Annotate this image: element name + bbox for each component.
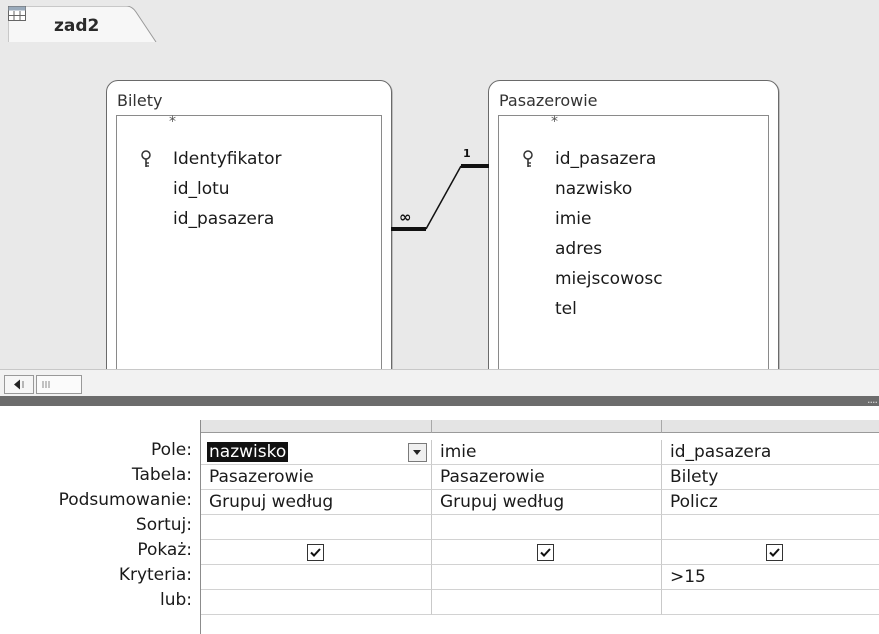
show-checkbox[interactable] bbox=[307, 544, 324, 561]
grid-cell-field[interactable]: imie bbox=[432, 440, 662, 465]
field-item-adres[interactable]: adres bbox=[499, 235, 768, 265]
horizontal-scrollbar[interactable] bbox=[0, 369, 879, 397]
pane-splitter[interactable]: .... bbox=[0, 393, 879, 406]
splitter-grip-icon: .... bbox=[867, 393, 878, 406]
row-label-criteria: Kryteria: bbox=[118, 565, 192, 585]
grid-cell-sort[interactable] bbox=[201, 515, 432, 540]
query-design-area: zad2 Bilety * Identyfikator id_lotu id_p… bbox=[0, 0, 879, 397]
query-design-grid: nazwisko Pasazerowie Grupuj według imie … bbox=[200, 420, 879, 634]
primary-key-icon bbox=[141, 150, 151, 167]
grid-cell-table[interactable]: Bilety bbox=[662, 465, 879, 490]
grid-cell-total[interactable]: Grupuj według bbox=[432, 490, 662, 515]
show-checkbox[interactable] bbox=[537, 544, 554, 561]
column-selector[interactable] bbox=[201, 420, 432, 433]
document-tab-bar: zad2 bbox=[0, 0, 879, 42]
field-item-tel[interactable]: tel bbox=[499, 295, 768, 325]
primary-key-icon bbox=[523, 150, 533, 167]
checkmark-icon bbox=[310, 548, 321, 557]
row-label-field: Pole: bbox=[151, 440, 192, 460]
field-list-body: * id_pasazera nazwisko imie adres miejsc… bbox=[498, 114, 769, 371]
field-item-all[interactable]: * bbox=[499, 114, 768, 146]
field-item-miejscowosc[interactable]: miejscowosc bbox=[499, 265, 768, 295]
field-list-bilety[interactable]: Bilety * Identyfikator id_lotu id_pasaze… bbox=[106, 80, 392, 371]
row-label-table: Tabela: bbox=[131, 465, 192, 485]
grid-cell-show bbox=[201, 540, 432, 565]
field-item-id-pasazera[interactable]: id_pasazera bbox=[117, 205, 381, 235]
relationship-many-label: ∞ bbox=[399, 208, 412, 226]
field-list-title: Bilety bbox=[117, 91, 163, 110]
grid-cell-criteria[interactable] bbox=[432, 565, 662, 590]
field-item-imie[interactable]: imie bbox=[499, 205, 768, 235]
checkmark-icon bbox=[769, 548, 780, 557]
row-label-total: Podsumowanie: bbox=[58, 490, 192, 510]
field-item-id-pasazera[interactable]: id_pasazera bbox=[499, 145, 768, 175]
show-checkbox[interactable] bbox=[766, 544, 783, 561]
grid-cell-sort[interactable] bbox=[662, 515, 879, 540]
field-list-pasazerowie[interactable]: Pasazerowie * id_pasazera nazwisko imie bbox=[488, 80, 779, 371]
field-item-nazwisko[interactable]: nazwisko bbox=[499, 175, 768, 205]
grid-cell-field[interactable]: nazwisko bbox=[201, 440, 432, 465]
tab-title: zad2 bbox=[54, 16, 100, 36]
scroll-left-arrow-icon[interactable] bbox=[4, 375, 34, 394]
checkmark-icon bbox=[540, 548, 551, 557]
scrollbar-thumb[interactable] bbox=[36, 375, 82, 394]
design-grid-area: Pole: Tabela: Podsumowanie: Sortuj: Poka… bbox=[0, 406, 879, 634]
grid-cell-or[interactable] bbox=[432, 590, 662, 615]
grid-cell-total[interactable]: Policz bbox=[662, 490, 879, 515]
grid-cell-or[interactable] bbox=[662, 590, 879, 615]
column-selector[interactable] bbox=[662, 420, 879, 433]
field-item-all[interactable]: * bbox=[117, 114, 381, 146]
field-list-title: Pasazerowie bbox=[499, 91, 598, 110]
grid-cell-table[interactable]: Pasazerowie bbox=[432, 465, 662, 490]
row-label-show: Pokaż: bbox=[137, 540, 192, 560]
field-item-identyfikator[interactable]: Identyfikator bbox=[117, 145, 381, 175]
grid-cell-show bbox=[432, 540, 662, 565]
tab-zad2[interactable]: zad2 bbox=[8, 6, 157, 42]
grid-cell-show bbox=[662, 540, 879, 565]
column-selector[interactable] bbox=[432, 420, 662, 433]
grid-cell-total[interactable]: Grupuj według bbox=[201, 490, 432, 515]
field-list-body: * Identyfikator id_lotu id_pasazera bbox=[116, 114, 382, 371]
grid-cell-criteria[interactable]: >15 bbox=[662, 565, 879, 590]
row-label-sort: Sortuj: bbox=[135, 515, 192, 535]
query-design-icon bbox=[8, 6, 26, 21]
grid-cell-sort[interactable] bbox=[432, 515, 662, 540]
grid-cell-table[interactable]: Pasazerowie bbox=[201, 465, 432, 490]
grid-cell-criteria[interactable] bbox=[201, 565, 432, 590]
field-item-id-lotu[interactable]: id_lotu bbox=[117, 175, 381, 205]
grid-cell-field[interactable]: id_pasazera bbox=[662, 440, 879, 465]
relationship-one-label: 1 bbox=[463, 147, 471, 160]
grid-cell-or[interactable] bbox=[201, 590, 432, 615]
chevron-down-icon[interactable] bbox=[408, 443, 427, 462]
row-label-or: lub: bbox=[159, 590, 192, 610]
